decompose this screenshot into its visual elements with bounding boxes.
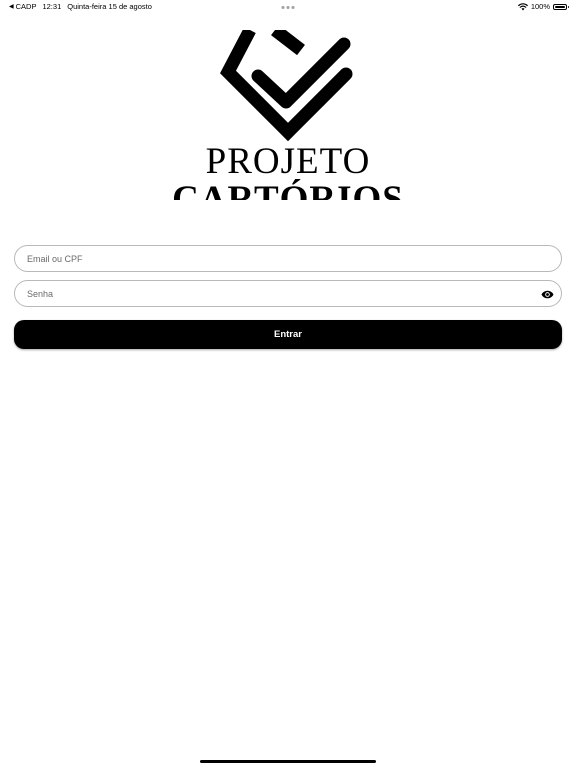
back-to-app-link[interactable]: ◀ CADP	[9, 0, 36, 14]
home-indicator[interactable]	[200, 760, 376, 763]
status-bar: ◀ CADP 12:31 Quinta-feira 15 de agosto 1…	[0, 0, 576, 14]
logo-title-line2: CARTÓRIOS	[172, 179, 404, 201]
eye-icon[interactable]	[541, 288, 554, 301]
battery-icon	[553, 4, 569, 10]
status-time: 12:31	[42, 2, 62, 11]
wifi-icon	[517, 3, 528, 11]
multitasking-dots-icon[interactable]	[281, 0, 295, 14]
email-field-container	[14, 245, 562, 272]
login-screen: ◀ CADP 12:31 Quinta-feira 15 de agosto 1…	[0, 0, 576, 768]
back-app-label: CADP	[15, 2, 37, 11]
logo-title-line1: PROJETO	[205, 141, 371, 182]
app-logo: PROJETO CARTÓRIOS	[170, 30, 406, 200]
password-field[interactable]	[15, 281, 561, 306]
status-date: Quinta-feira 15 de agosto	[67, 2, 152, 11]
email-field[interactable]	[15, 246, 561, 271]
back-arrow-icon: ◀	[9, 4, 14, 10]
password-field-container	[14, 280, 562, 307]
status-left: ◀ CADP 12:31 Quinta-feira 15 de agosto	[9, 0, 152, 14]
check-diamond-logo-icon	[220, 30, 353, 142]
battery-percent: 100%	[530, 2, 550, 11]
status-right: 100%	[517, 0, 569, 14]
login-button[interactable]: Entrar	[14, 320, 562, 349]
